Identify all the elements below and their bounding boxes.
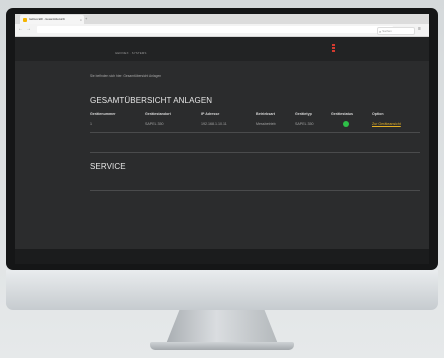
address-bar[interactable]: [37, 26, 393, 33]
column-header-option: Option: [372, 112, 384, 116]
search-input[interactable]: ⌕ Suchen: [377, 27, 415, 35]
table-header: Gerätenummer Gerätestandort IP Adresse B…: [90, 112, 420, 118]
search-placeholder: Suchen: [382, 29, 392, 33]
site-brand[interactable]: GEFINEX · SYSTEMS: [115, 51, 147, 55]
divider: [90, 190, 420, 191]
device-mode: Messbetrieb: [256, 122, 276, 126]
browser-tab-bar: Gefinex ERI - Gesamtübersicht × +: [15, 14, 429, 24]
column-header-mode: Betriebsart: [256, 112, 275, 116]
hamburger-icon[interactable]: [332, 44, 335, 54]
service-title: SERVICE: [90, 162, 126, 171]
status-indicator-icon: [343, 121, 349, 127]
back-icon[interactable]: ←: [18, 26, 23, 32]
device-view-link[interactable]: Zur Geräteansicht: [372, 122, 401, 126]
tab-title: Gefinex ERI - Gesamtübersicht: [29, 18, 65, 21]
column-header-location: Gerätestandort: [145, 112, 171, 116]
monitor-stand-base: [150, 342, 294, 350]
monitor-chin: [6, 270, 438, 310]
close-icon[interactable]: ×: [80, 18, 82, 22]
column-header-status: Gerätestatus: [331, 112, 353, 116]
browser-toolbar: ← → ⌕ Suchen ≡: [15, 24, 429, 37]
search-icon: ⌕: [379, 28, 382, 34]
breadcrumb: Sie befinden sich hier: Gesamtübersicht …: [90, 74, 162, 78]
new-tab-button[interactable]: +: [85, 16, 87, 21]
device-location: SAPEL 350: [145, 122, 164, 126]
divider: [90, 132, 420, 133]
overview-title: GESAMTÜBERSICHT ANLAGEN: [90, 96, 213, 105]
column-header-type: Gerätetyp: [295, 112, 312, 116]
table-row: 1 SAPEL 350 192.168.1.10.11 Messbetrieb …: [90, 121, 420, 128]
browser-tab[interactable]: Gefinex ERI - Gesamtübersicht ×: [20, 15, 84, 24]
device-ip: 192.168.1.10.11: [201, 122, 227, 126]
monitor-screen: Gefinex ERI - Gesamtübersicht × + ← → ⌕ …: [15, 14, 429, 264]
device-type: SAPEL 350: [295, 122, 314, 126]
menu-icon[interactable]: ≡: [418, 26, 421, 32]
column-header-number: Gerätenummer: [90, 112, 116, 116]
favicon-icon: [23, 17, 27, 22]
forward-icon[interactable]: →: [26, 26, 31, 32]
site-header: GEFINEX · SYSTEMS: [15, 37, 429, 61]
site-footer: [15, 249, 429, 264]
column-header-ip: IP Adresse: [201, 112, 220, 116]
divider: [90, 152, 420, 153]
device-number: 1: [90, 122, 92, 126]
monitor-stand-neck: [166, 310, 278, 344]
